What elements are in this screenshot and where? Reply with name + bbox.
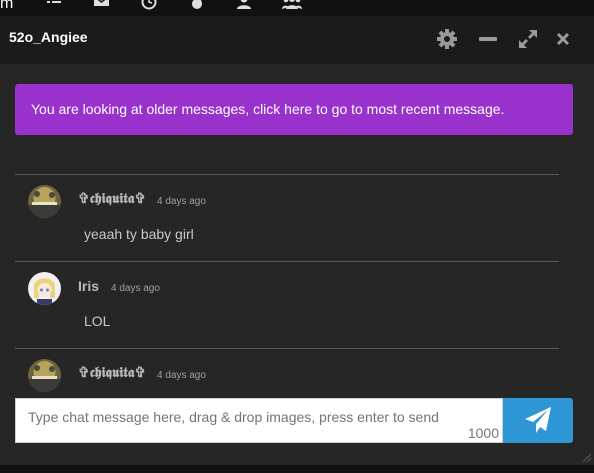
- avatar[interactable]: [28, 185, 61, 218]
- close-icon[interactable]: [556, 28, 570, 50]
- list-icon[interactable]: [46, 0, 62, 10]
- clock-icon[interactable]: [141, 0, 157, 10]
- message-text: LOL: [84, 313, 111, 329]
- gear-icon[interactable]: [436, 28, 458, 50]
- minimize-icon[interactable]: [477, 28, 499, 50]
- chat-input-placeholder: Type chat message here, drag & drop imag…: [28, 409, 439, 425]
- avatar[interactable]: [28, 359, 61, 392]
- message-item: Iris 4 days ago LOL: [15, 261, 559, 348]
- fire-icon[interactable]: [189, 0, 205, 10]
- chat-header[interactable]: 52o_Angiee: [0, 16, 594, 64]
- older-messages-banner[interactable]: You are looking at older messages, click…: [15, 84, 573, 135]
- users-icon[interactable]: [282, 0, 302, 10]
- char-counter: 1000: [467, 425, 499, 441]
- message-timestamp: 4 days ago: [157, 196, 206, 207]
- message-username[interactable]: ✞𝖈𝖍𝖎𝖖𝖚𝖎𝖙𝖆✞: [78, 365, 146, 381]
- top-navbar: m: [0, 0, 594, 16]
- send-button[interactable]: [503, 398, 573, 443]
- avatar[interactable]: [28, 272, 61, 305]
- expand-icon[interactable]: [517, 28, 539, 50]
- message-text: yeaah ty baby girl: [84, 226, 194, 242]
- message-item: ✞𝖈𝖍𝖎𝖖𝖚𝖎𝖙𝖆✞ 4 days ago yeaah ty baby girl: [15, 174, 559, 261]
- user-icon[interactable]: [236, 0, 252, 10]
- message-timestamp: 4 days ago: [157, 370, 206, 381]
- mail-icon[interactable]: [93, 0, 109, 10]
- navbar-text-fragment: m: [0, 0, 14, 12]
- message-item: ✞𝖈𝖍𝖎𝖖𝖚𝖎𝖙𝖆✞ 4 days ago: [15, 348, 559, 400]
- message-timestamp: 4 days ago: [111, 283, 160, 294]
- chat-message-input[interactable]: Type chat message here, drag & drop imag…: [15, 398, 503, 443]
- chat-title: 52o_Angiee: [9, 29, 88, 45]
- message-username[interactable]: Iris: [78, 278, 99, 294]
- message-username[interactable]: ✞𝖈𝖍𝖎𝖖𝖚𝖎𝖙𝖆✞: [78, 191, 146, 207]
- chat-window: 52o_Angiee You are looking at older mess…: [0, 16, 594, 465]
- message-list[interactable]: ✞𝖈𝖍𝖎𝖖𝖚𝖎𝖙𝖆✞ 4 days ago yeaah ty baby girl…: [15, 174, 559, 400]
- paper-plane-icon: [525, 407, 551, 433]
- resize-handle-icon[interactable]: [582, 453, 592, 463]
